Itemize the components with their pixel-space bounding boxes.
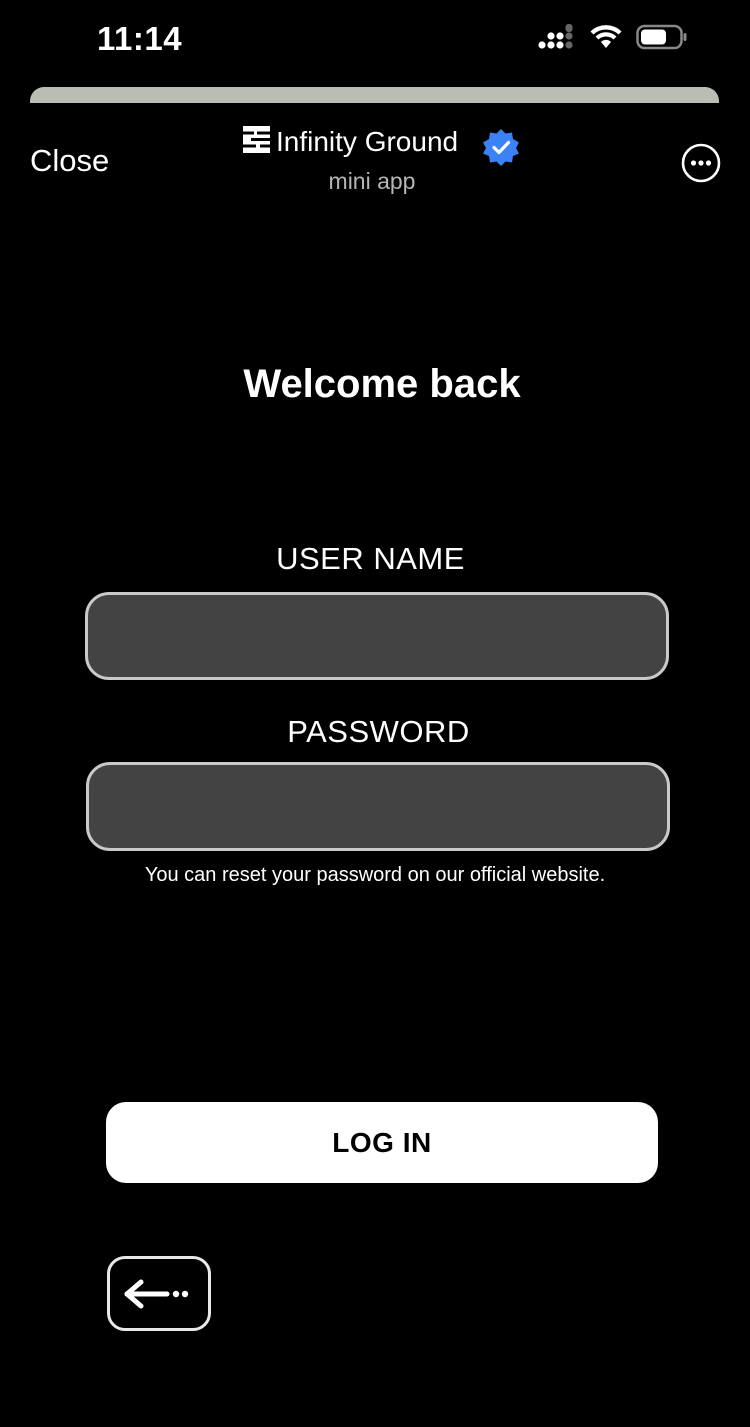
login-button-label: LOG IN — [332, 1126, 432, 1158]
app-title: Infinity Ground — [276, 126, 459, 157]
password-input[interactable] — [86, 762, 670, 851]
password-label: PASSWORD — [287, 714, 470, 749]
username-label: USER NAME — [276, 541, 465, 576]
username-input[interactable] — [85, 592, 669, 680]
back-arrow-icon — [124, 1279, 189, 1308]
login-button[interactable]: LOG IN — [106, 1102, 658, 1183]
app-logo-icon — [243, 126, 270, 158]
status-time: 11:14 — [97, 20, 183, 57]
welcome-heading: Welcome back — [243, 362, 521, 406]
status-icons — [538, 24, 688, 50]
more-options-button[interactable] — [681, 143, 721, 183]
more-horizontal-icon — [681, 143, 721, 183]
battery-icon — [636, 24, 688, 50]
verified-badge-icon — [482, 128, 520, 171]
cellular-signal-icon — [538, 24, 576, 50]
app-subtitle: mini app — [328, 168, 416, 194]
reset-password-hint: You can reset your password on our offic… — [144, 864, 606, 886]
wifi-icon — [590, 25, 622, 49]
app-title-group: Infinity Ground — [243, 126, 458, 158]
back-button[interactable] — [107, 1256, 211, 1331]
screen: 11:14 Close Infinity Ground mini app Wel… — [0, 0, 750, 1427]
